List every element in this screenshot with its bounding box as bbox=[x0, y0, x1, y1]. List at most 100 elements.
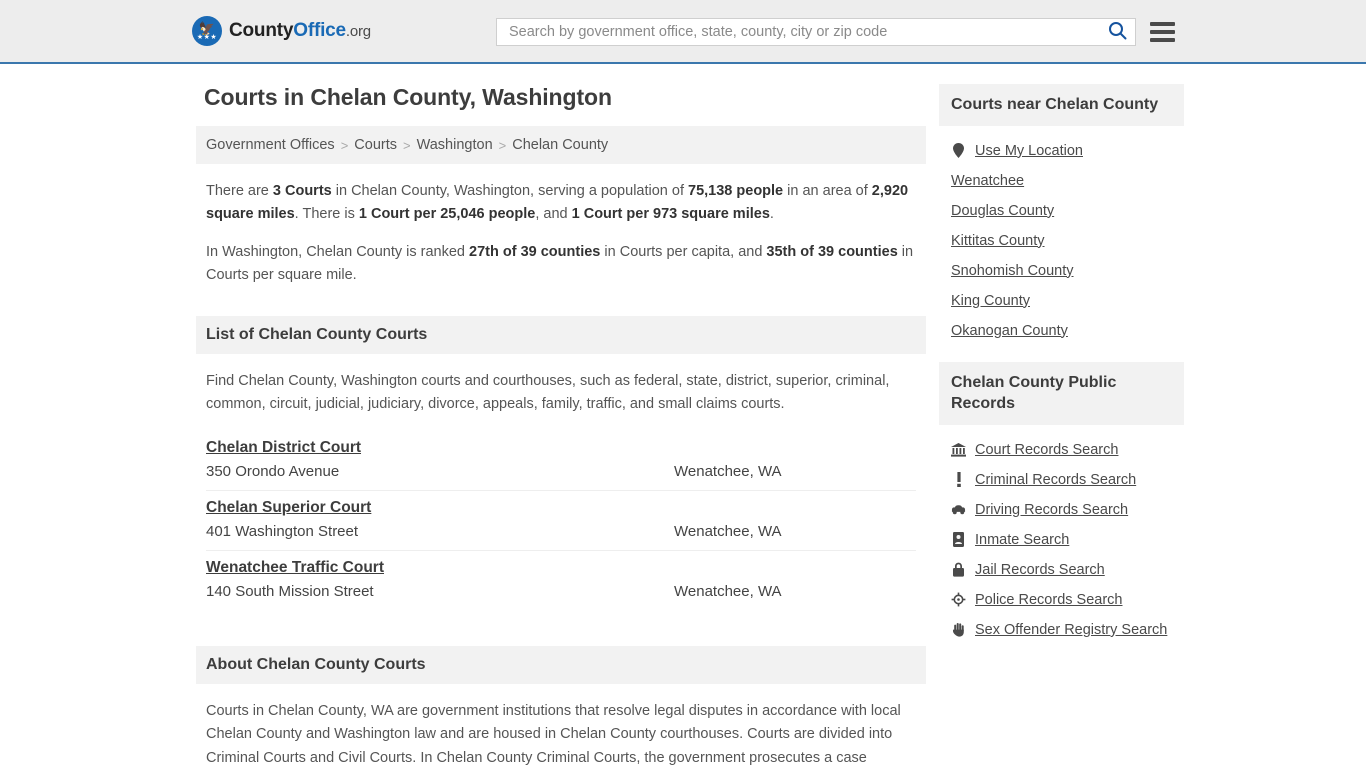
sidebar-link-wenatchee[interactable]: Wenatchee bbox=[951, 173, 1024, 189]
logo-text-suffix: .org bbox=[345, 23, 371, 40]
intro-text: . There is bbox=[294, 206, 359, 223]
eagle-seal-icon: 🦅 ★★★ bbox=[192, 16, 222, 46]
id-card-icon bbox=[951, 532, 966, 548]
section-header-about: About Chelan County Courts bbox=[196, 645, 926, 684]
stat-rank-per-area: 35th of 39 counties bbox=[766, 243, 898, 260]
list-item[interactable]: Wenatchee bbox=[939, 166, 1184, 196]
sidebar-header-nearby: Courts near Chelan County bbox=[939, 84, 1184, 126]
about-paragraph: Courts in Chelan County, WA are governme… bbox=[206, 702, 901, 766]
section-header-court-list: List of Chelan County Courts bbox=[196, 315, 926, 354]
sidebar-link-jail-records-search[interactable]: Jail Records Search bbox=[975, 562, 1105, 578]
breadcrumb-separator: > bbox=[340, 137, 349, 153]
hamburger-menu-icon[interactable] bbox=[1150, 22, 1175, 42]
list-item[interactable]: Douglas County bbox=[939, 196, 1184, 226]
breadcrumb-item-chelan-county: Chelan County bbox=[512, 137, 609, 153]
court-city: Wenatchee, WA bbox=[674, 462, 782, 480]
sidebar-header-public-records: Chelan County Public Records bbox=[939, 361, 1184, 425]
sidebar-link-police-records-search[interactable]: Police Records Search bbox=[975, 592, 1123, 608]
court-detail: 140 South Mission Street Wenatchee, WA bbox=[206, 583, 916, 600]
sidebar-link-use-my-location[interactable]: Use My Location bbox=[975, 143, 1083, 159]
page-title: Courts in Chelan County, Washington bbox=[204, 84, 612, 110]
sidebar-link-criminal-records-search[interactable]: Criminal Records Search bbox=[975, 472, 1136, 488]
table-row: Chelan Superior Court 401 Washington Str… bbox=[206, 491, 916, 551]
search-area bbox=[496, 18, 1175, 46]
list-item[interactable]: Jail Records Search bbox=[939, 555, 1184, 585]
court-address: 140 South Mission Street bbox=[206, 582, 374, 600]
stat-per-people: 1 Court per 25,046 people bbox=[358, 206, 536, 223]
search-button[interactable] bbox=[1108, 21, 1127, 43]
sidebar-nearby-links: Use My Location Wenatchee Douglas County… bbox=[939, 126, 1184, 362]
sidebar-link-sex-offender-registry-search[interactable]: Sex Offender Registry Search bbox=[975, 622, 1167, 638]
list-item[interactable]: Criminal Records Search bbox=[939, 465, 1184, 495]
list-item[interactable]: Police Records Search bbox=[939, 585, 1184, 615]
exclamation-icon bbox=[951, 472, 966, 488]
list-item[interactable]: Snohomish County bbox=[939, 256, 1184, 286]
list-item[interactable]: Kittitas County bbox=[939, 226, 1184, 256]
breadcrumb-separator: > bbox=[403, 137, 411, 153]
breadcrumb-item-washington[interactable]: Washington bbox=[417, 137, 493, 153]
court-list-description: Find Chelan County, Washington courts an… bbox=[206, 372, 890, 413]
sidebar-link-king-county[interactable]: King County bbox=[951, 293, 1030, 309]
court-city: Wenatchee, WA bbox=[674, 522, 782, 540]
breadcrumb-item-government-offices[interactable]: Government Offices bbox=[206, 137, 335, 153]
court-address: 401 Washington Street bbox=[206, 522, 359, 540]
court-address: 350 Orondo Avenue bbox=[206, 462, 340, 480]
stat-population: 75,138 people bbox=[688, 183, 784, 199]
search-icon bbox=[1108, 21, 1127, 43]
stat-per-area: 1 Court per 973 square miles bbox=[571, 206, 770, 223]
court-detail: 401 Washington Street Wenatchee, WA bbox=[206, 523, 916, 540]
court-name-link[interactable]: Chelan Superior Court bbox=[206, 499, 371, 517]
breadcrumb-item-courts[interactable]: Courts bbox=[354, 137, 397, 153]
site-header: 🦅 ★★★ CountyOffice.org bbox=[0, 0, 1366, 64]
car-icon bbox=[951, 504, 966, 515]
list-item[interactable]: Inmate Search bbox=[939, 525, 1184, 555]
hand-icon bbox=[951, 622, 966, 637]
court-list: Chelan District Court 350 Orondo Avenue … bbox=[196, 431, 926, 610]
bank-building-icon bbox=[951, 442, 966, 457]
court-name-link[interactable]: Wenatchee Traffic Court bbox=[206, 559, 384, 577]
intro-text: In Washington, Chelan County is ranked bbox=[206, 243, 470, 260]
sidebar-link-okanogan-county[interactable]: Okanogan County bbox=[951, 323, 1068, 339]
list-item[interactable]: Court Records Search bbox=[939, 435, 1184, 465]
logo-text-county: County bbox=[229, 20, 294, 41]
list-item[interactable]: Use My Location bbox=[939, 136, 1184, 166]
sidebar-link-kittitas-county[interactable]: Kittitas County bbox=[951, 233, 1045, 249]
court-city: Wenatchee, WA bbox=[674, 582, 782, 600]
sidebar-link-douglas-county[interactable]: Douglas County bbox=[951, 203, 1054, 219]
sidebar-public-records-links: Court Records Search Criminal Records Se… bbox=[939, 425, 1184, 661]
intro-paragraph-rankings: In Washington, Chelan County is ranked 2… bbox=[206, 241, 916, 288]
table-row: Chelan District Court 350 Orondo Avenue … bbox=[206, 431, 916, 491]
breadcrumb-separator: > bbox=[498, 137, 507, 153]
intro-paragraph-counts: There are 3 Courts in Chelan County, Was… bbox=[206, 180, 916, 227]
logo-text: CountyOffice.org bbox=[229, 20, 371, 42]
main-column: Courts in Chelan County, Washington Gove… bbox=[196, 64, 926, 768]
sidebar-link-inmate-search[interactable]: Inmate Search bbox=[975, 532, 1069, 548]
intro-text: , and bbox=[535, 206, 572, 223]
stat-rank-per-capita: 27th of 39 counties bbox=[469, 243, 601, 260]
search-box[interactable] bbox=[496, 18, 1136, 46]
list-item[interactable]: Sex Offender Registry Search bbox=[939, 615, 1184, 645]
page-container: Courts in Chelan County, Washington Gove… bbox=[0, 64, 1366, 768]
map-pin-icon bbox=[951, 143, 966, 159]
site-logo[interactable]: 🦅 ★★★ CountyOffice.org bbox=[192, 16, 371, 46]
intro-text: in Chelan County, Washington, serving a … bbox=[331, 183, 689, 199]
breadcrumb: Government Offices > Courts > Washington… bbox=[196, 126, 926, 164]
search-input[interactable] bbox=[507, 23, 1108, 41]
sidebar-link-court-records-search[interactable]: Court Records Search bbox=[975, 442, 1118, 458]
intro-stats: There are 3 Courts in Chelan County, Was… bbox=[196, 164, 926, 308]
logo-text-office: Office bbox=[293, 20, 346, 41]
police-badge-icon bbox=[951, 592, 966, 607]
about-body: Courts in Chelan County, WA are governme… bbox=[196, 684, 926, 768]
intro-text: in Courts per capita, and bbox=[600, 243, 767, 260]
intro-text: . bbox=[769, 206, 774, 223]
table-row: Wenatchee Traffic Court 140 South Missio… bbox=[206, 551, 916, 610]
list-item[interactable]: Okanogan County bbox=[939, 316, 1184, 346]
sidebar-link-driving-records-search[interactable]: Driving Records Search bbox=[975, 502, 1128, 518]
court-detail: 350 Orondo Avenue Wenatchee, WA bbox=[206, 463, 916, 480]
stat-court-count: 3 Courts bbox=[272, 183, 332, 199]
list-item[interactable]: King County bbox=[939, 286, 1184, 316]
list-item[interactable]: Driving Records Search bbox=[939, 495, 1184, 525]
sidebar-link-snohomish-county[interactable]: Snohomish County bbox=[951, 263, 1074, 279]
sidebar: Courts near Chelan County Use My Locatio… bbox=[939, 64, 1184, 768]
court-name-link[interactable]: Chelan District Court bbox=[206, 439, 361, 457]
